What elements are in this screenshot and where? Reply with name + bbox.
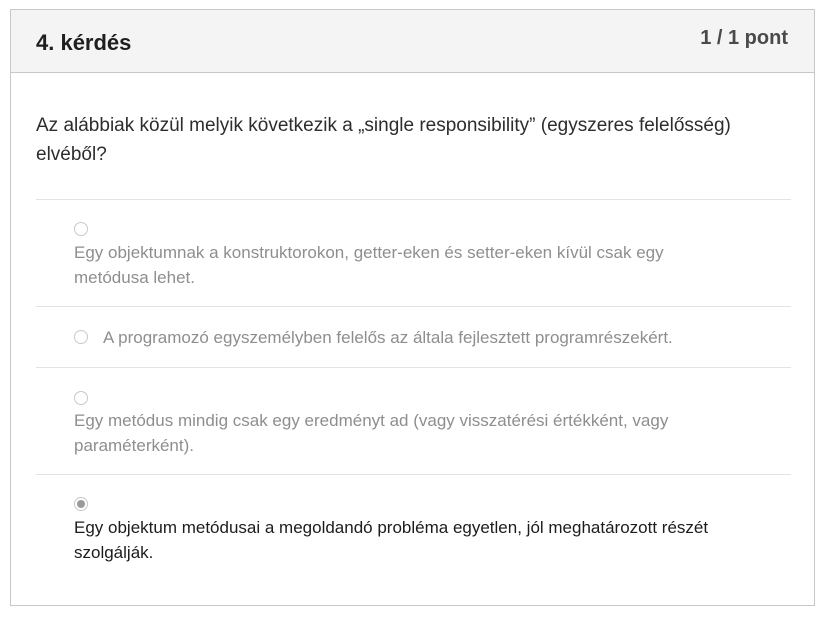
answer-option-3[interactable]: Egy metódus mindig csak egy eredményt ad… xyxy=(36,367,791,474)
radio-button[interactable] xyxy=(74,330,88,344)
answer-label: Egy objektum metódusai a megoldandó prob… xyxy=(74,518,709,562)
radio-button[interactable] xyxy=(74,391,88,405)
answer-label: Egy metódus mindig csak egy eredményt ad… xyxy=(74,411,669,455)
radio-button[interactable] xyxy=(74,222,88,236)
radio-button-selected[interactable] xyxy=(74,497,88,511)
question-card: 4. kérdés 1 / 1 pont Az alábbiak közül m… xyxy=(10,9,815,606)
question-points: 1 / 1 pont xyxy=(700,27,788,49)
answer-list: Egy objektumnak a konstruktorokon, gette… xyxy=(36,199,791,581)
question-title: 4. kérdés xyxy=(36,30,132,55)
answer-label: A programozó egyszemélyben felelős az ál… xyxy=(103,328,673,347)
answer-option-4[interactable]: Egy objektum metódusai a megoldandó prob… xyxy=(36,474,791,581)
answer-label: Egy objektumnak a konstruktorokon, gette… xyxy=(74,243,664,287)
answer-option-2[interactable]: A programozó egyszemélyben felelős az ál… xyxy=(36,306,791,367)
question-text: Az alábbiak közül melyik következik a „s… xyxy=(36,115,731,165)
answer-option-1[interactable]: Egy objektumnak a konstruktorokon, gette… xyxy=(36,199,791,306)
question-header: 4. kérdés 1 / 1 pont xyxy=(11,10,814,73)
